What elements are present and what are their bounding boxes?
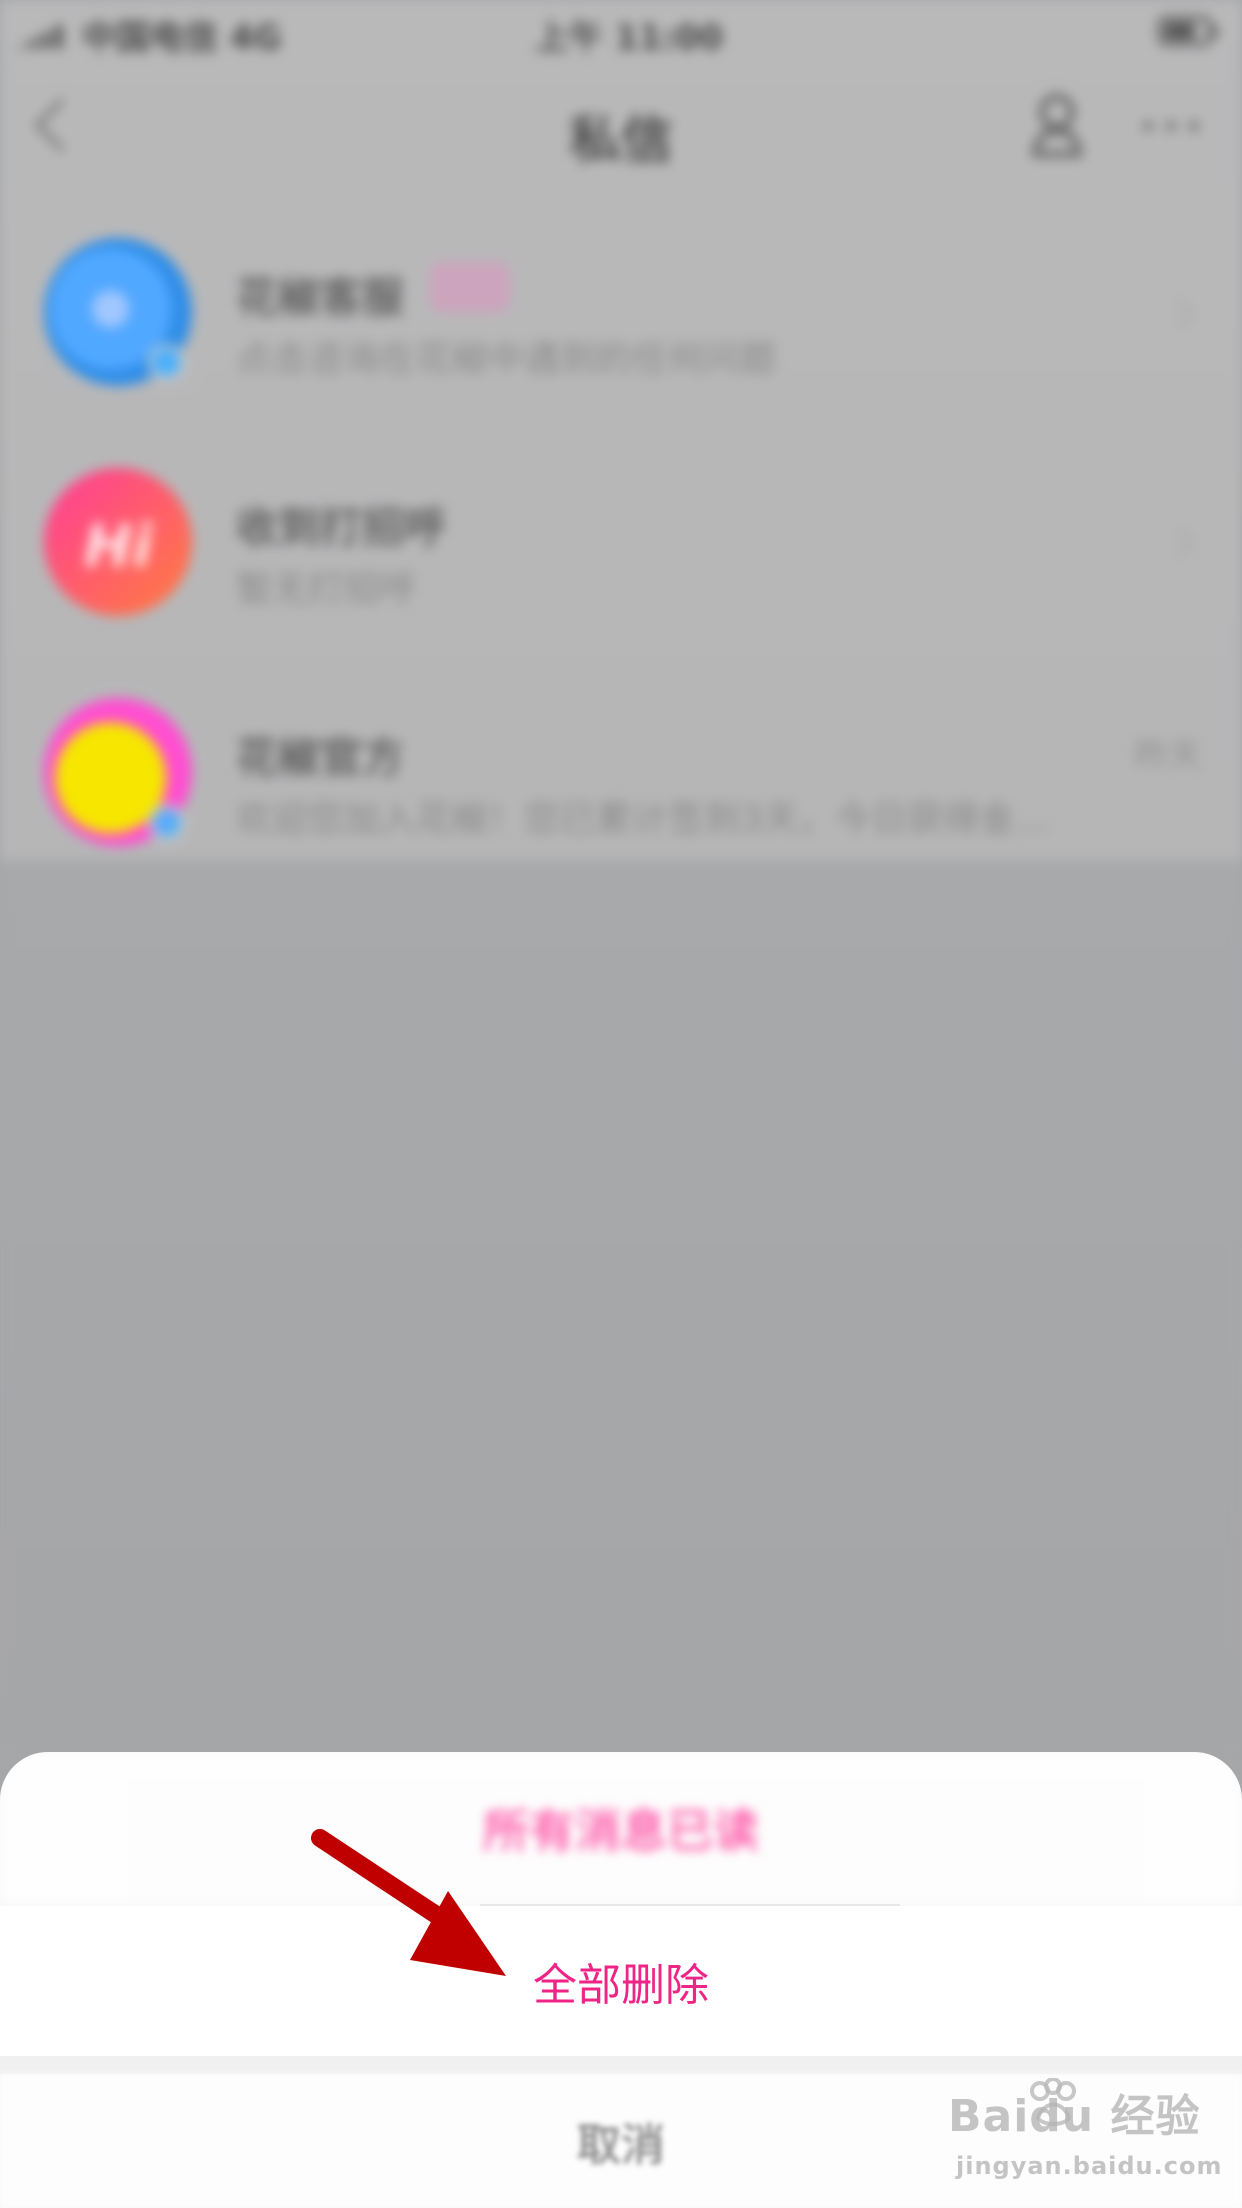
verified-badge-icon	[148, 804, 186, 842]
more-options-icon[interactable]	[1142, 120, 1200, 132]
message-time: 昨天	[1134, 736, 1202, 776]
avatar-text: Hi	[83, 512, 153, 580]
message-title: 花椒官方	[236, 733, 405, 782]
status-time: 上午 11:00	[535, 18, 724, 58]
avatar: Hi	[44, 468, 192, 616]
message-list: 花椒客服 点击咨询在花椒中遇到的任何问题 Hi 收到打招呼 暂无打招呼 花椒官方…	[0, 220, 1242, 910]
message-row-greetings[interactable]: Hi 收到打招呼 暂无打招呼	[0, 450, 1242, 680]
watermark-main-text: Baidu 经验	[948, 2091, 1201, 2142]
chevron-right-icon	[1163, 527, 1195, 559]
person-icon[interactable]	[1030, 94, 1084, 158]
message-title: 收到打招呼	[236, 503, 447, 552]
navigation-bar: 私信	[0, 62, 1242, 188]
message-preview: 暂无打招呼	[236, 569, 417, 610]
screen: 中国电信 4G 上午 11:00 私信 花椒客服 点击咨询在花椒中遇到的任何问题…	[0, 0, 1242, 2208]
carrier-label: 中国电信 4G	[82, 18, 282, 58]
signal-icon	[16, 20, 68, 49]
message-row-official[interactable]: 花椒官方 昨天 欢迎您加入花椒！您已累计签到3天，今日获得金...	[0, 680, 1242, 910]
message-title: 花椒客服	[236, 273, 405, 322]
watermark-url: jingyan.baidu.com	[956, 2152, 1223, 2180]
verified-badge-icon	[148, 344, 186, 382]
tag-badge	[430, 262, 510, 312]
message-preview: 点击咨询在花椒中遇到的任何问题	[236, 339, 777, 380]
blurred-message-page: 中国电信 4G 上午 11:00 私信 花椒客服 点击咨询在花椒中遇到的任何问题…	[0, 0, 1242, 1760]
battery-icon	[1158, 16, 1218, 46]
status-left: 中国电信 4G	[16, 10, 281, 59]
status-bar: 中国电信 4G 上午 11:00	[0, 0, 1242, 62]
chevron-right-icon	[1163, 297, 1195, 329]
message-preview: 欢迎您加入花椒！您已累计签到3天，今日获得金...	[236, 799, 1050, 840]
delete-all-button[interactable]: 全部删除	[0, 1906, 1242, 2056]
mark-all-read-button[interactable]: 所有消息已读	[0, 1752, 1242, 1904]
baidu-watermark: Baidu 经验 jingyan.baidu.com	[940, 2070, 1230, 2190]
message-row-customer-service[interactable]: 花椒客服 点击咨询在花椒中遇到的任何问题	[0, 220, 1242, 450]
